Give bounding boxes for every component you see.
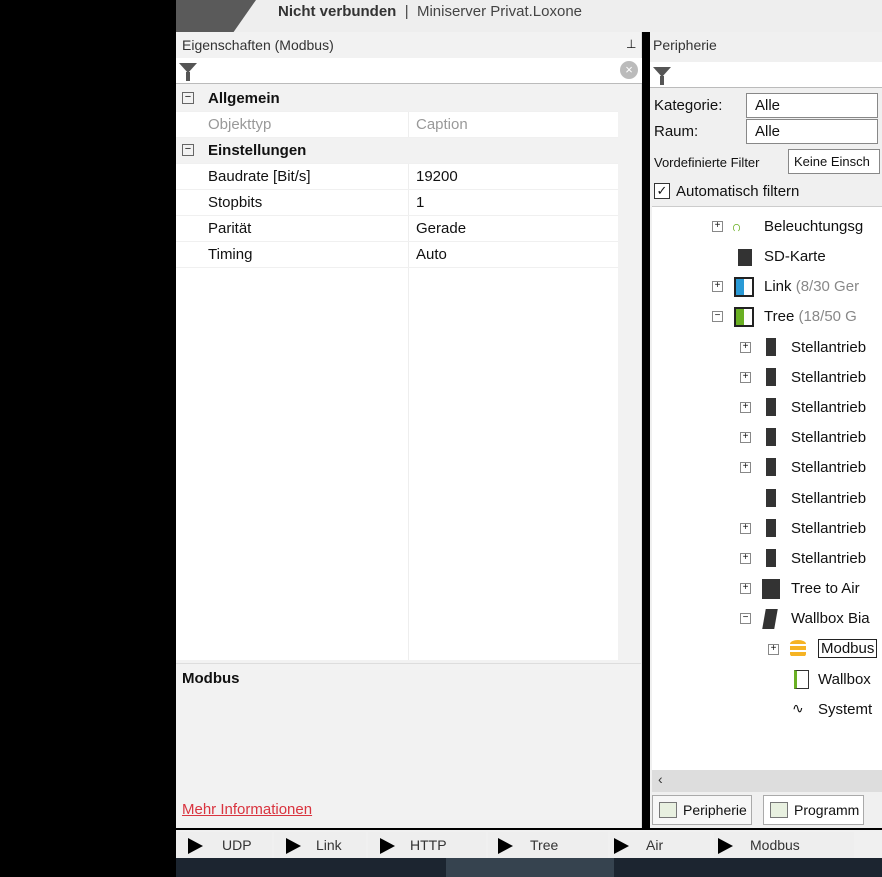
description-title: Modbus: [182, 670, 240, 687]
auto-filter-label: Automatisch filtern: [676, 183, 800, 200]
predef-filter-select[interactable]: Keine Einsch: [788, 149, 880, 174]
scroll-left-icon[interactable]: ‹: [658, 771, 663, 787]
monitor-toolbar: UDP Link HTTP Tree Air Modbus: [176, 830, 882, 858]
more-info-link[interactable]: Mehr Informationen: [182, 801, 312, 818]
expand-icon[interactable]: +: [740, 462, 751, 473]
collapse-icon[interactable]: −: [182, 144, 194, 156]
expand-icon[interactable]: +: [740, 553, 751, 564]
udp-button[interactable]: UDP: [176, 832, 272, 858]
kategorie-select[interactable]: Alle: [746, 93, 878, 118]
category-allgemein[interactable]: − Allgemein: [176, 86, 618, 112]
filter-icon: [179, 63, 197, 81]
actuator-icon: [766, 338, 776, 356]
play-icon: [188, 838, 203, 854]
actuator-icon: [766, 458, 776, 476]
expand-icon[interactable]: +: [740, 523, 751, 534]
actuator-icon: [766, 428, 776, 446]
filter-icon: [653, 67, 671, 85]
kategorie-label: Kategorie:: [654, 97, 723, 114]
lightbulb-icon: ဂ: [732, 218, 741, 235]
taskbar: [176, 858, 882, 877]
link-extension-icon: [734, 277, 754, 297]
taskbar-active-app[interactable]: [446, 858, 614, 877]
expand-icon[interactable]: +: [712, 281, 723, 292]
property-row[interactable]: Timing Auto: [176, 242, 618, 268]
expand-icon[interactable]: +: [740, 583, 751, 594]
tab-icon: [659, 802, 677, 818]
pulse-icon: ∿: [792, 700, 804, 716]
horizontal-scrollbar[interactable]: ‹: [652, 770, 882, 792]
http-button[interactable]: HTTP: [368, 832, 486, 858]
actuator-icon: [766, 398, 776, 416]
peripherie-tree: + ဂ Beleuchtungsg SD-Karte + Link (8/30 Ger…: [652, 206, 882, 770]
collapse-icon[interactable]: −: [182, 92, 194, 104]
tree-button[interactable]: Tree: [488, 832, 608, 858]
sd-card-icon: [738, 249, 752, 266]
tab-icon: [770, 802, 788, 818]
play-icon: [380, 838, 395, 854]
air-button[interactable]: Air: [610, 832, 710, 858]
play-icon: [614, 838, 629, 854]
tab-programm[interactable]: Programm: [763, 795, 865, 825]
expand-icon[interactable]: +: [740, 342, 751, 353]
peripherie-title: Peripherie: [653, 37, 717, 53]
play-icon: [286, 838, 301, 854]
property-row[interactable]: Baudrate [Bit/s] 19200: [176, 164, 618, 190]
property-grid: − Allgemein Objekttyp Caption − Einstellung…: [176, 86, 618, 660]
link-button[interactable]: Link: [274, 832, 366, 858]
window-title: Nicht verbunden | Miniserver Privat.Loxo…: [278, 3, 583, 20]
actuator-icon: [766, 489, 776, 507]
clear-icon[interactable]: ×: [620, 61, 638, 79]
play-icon: [498, 838, 513, 854]
raum-select[interactable]: Alle: [746, 119, 878, 144]
pin-icon[interactable]: ⊥: [626, 37, 636, 51]
tree-extension-icon: [734, 307, 754, 327]
document-icon: [794, 670, 809, 689]
expand-icon[interactable]: +: [740, 432, 751, 443]
tab-peripherie[interactable]: Peripherie: [652, 795, 752, 825]
actuator-icon: [766, 549, 776, 567]
collapse-icon[interactable]: −: [740, 613, 751, 624]
tree-to-air-icon: [762, 579, 780, 599]
properties-filter-input[interactable]: ×: [176, 58, 642, 84]
category-einstellungen[interactable]: − Einstellungen: [176, 138, 618, 164]
auto-filter-checkbox[interactable]: ✓: [654, 183, 670, 199]
modbus-button[interactable]: Modbus: [714, 832, 854, 858]
bottom-tabs: Peripherie Programm: [650, 794, 882, 828]
collapse-icon[interactable]: −: [712, 311, 723, 322]
predef-filter-label: Vordefinierte Filter: [654, 155, 760, 170]
actuator-icon: [766, 368, 776, 386]
expand-icon[interactable]: +: [740, 372, 751, 383]
expand-icon[interactable]: +: [712, 221, 723, 232]
description-panel: Modbus Mehr Informationen: [176, 663, 641, 827]
modbus-icon: [790, 640, 806, 658]
property-row[interactable]: Stopbits 1: [176, 190, 618, 216]
actuator-icon: [766, 519, 776, 537]
play-icon: [718, 838, 733, 854]
wallbox-icon: [762, 609, 778, 629]
expand-icon[interactable]: +: [768, 644, 779, 655]
peripherie-filter-input[interactable]: [650, 62, 882, 88]
property-row[interactable]: Objekttyp Caption: [176, 112, 618, 138]
expand-icon[interactable]: +: [740, 402, 751, 413]
properties-title: Eigenschaften (Modbus): [182, 37, 334, 53]
raum-label: Raum:: [654, 123, 699, 140]
property-row[interactable]: Parität Gerade: [176, 216, 618, 242]
